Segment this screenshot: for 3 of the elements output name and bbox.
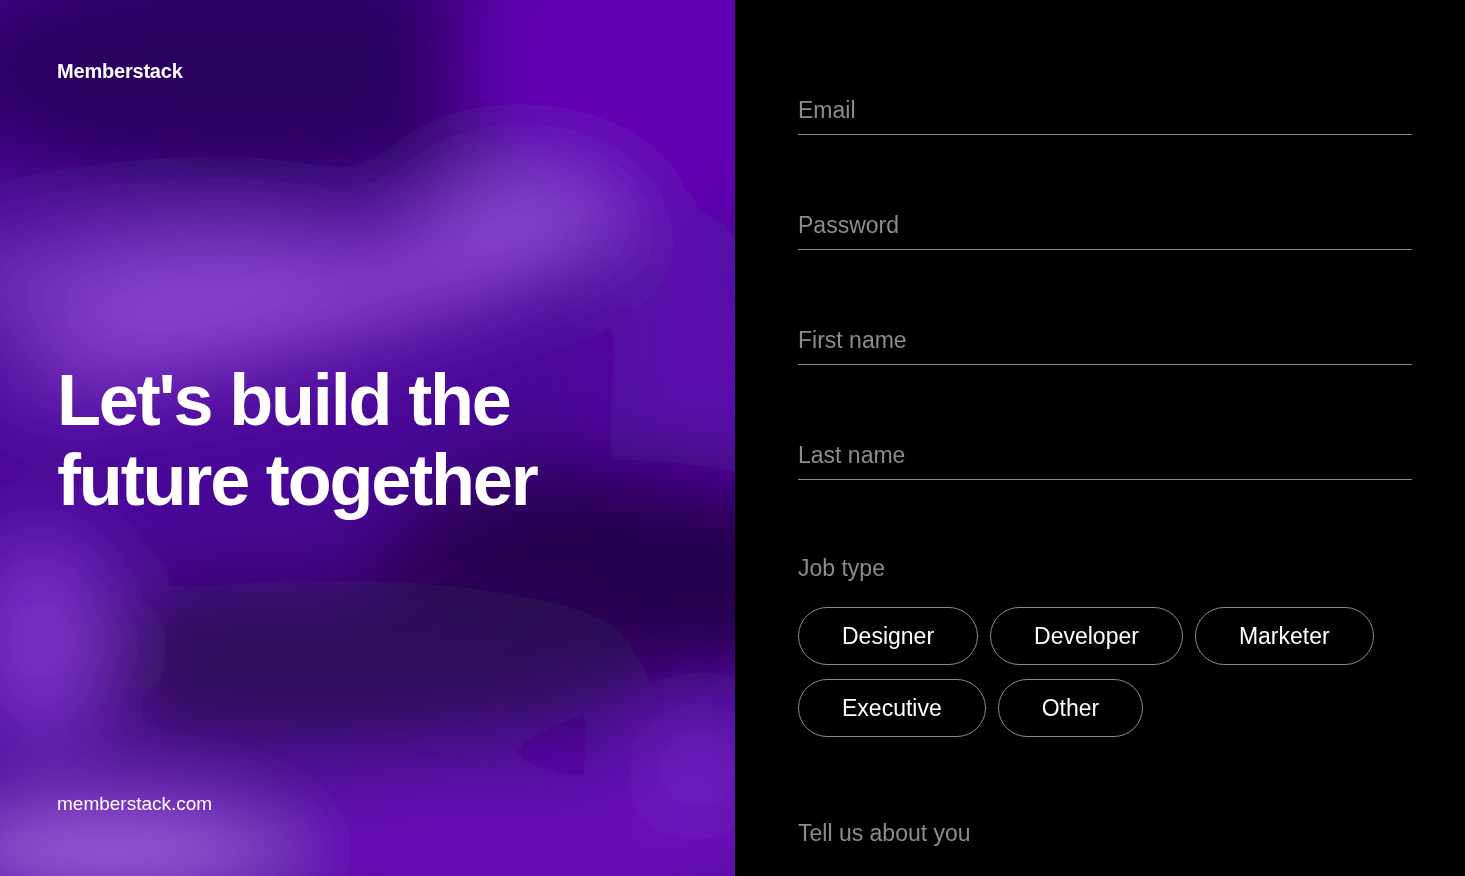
- job-type-label: Job type: [798, 554, 885, 582]
- brand-name: Memberstack: [57, 59, 183, 84]
- hero-headline: Let's build the future together: [57, 360, 539, 520]
